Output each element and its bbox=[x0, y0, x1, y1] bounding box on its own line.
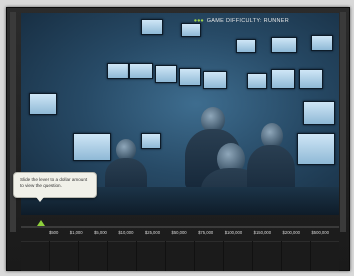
amount-label[interactable]: $5,000 bbox=[94, 230, 107, 235]
amount-label[interactable]: $500,000 bbox=[311, 230, 328, 235]
game-frame: ●●● GAME DIFFICULTY: RUNNER Slide the lev… bbox=[6, 7, 350, 271]
amount-label[interactable]: $200,000 bbox=[283, 230, 300, 235]
grid-cell bbox=[79, 241, 107, 271]
grid-cell bbox=[311, 241, 339, 271]
grid-cell bbox=[224, 241, 252, 271]
amount-label[interactable]: $500 bbox=[49, 230, 58, 235]
right-rail bbox=[340, 12, 346, 232]
instruction-tooltip: Slide the lever to a dollar amount to vi… bbox=[13, 172, 97, 202]
left-rail bbox=[10, 12, 16, 232]
grid-cell bbox=[108, 241, 136, 271]
dollar-slider-track[interactable] bbox=[21, 226, 339, 228]
game-difficulty: ●●● GAME DIFFICULTY: RUNNER bbox=[194, 18, 289, 24]
grid-cell bbox=[50, 241, 78, 271]
amount-label[interactable]: $25,000 bbox=[145, 230, 160, 235]
grid-cell bbox=[21, 241, 49, 271]
grid-cell bbox=[253, 241, 281, 271]
grid-cell bbox=[137, 241, 165, 271]
amount-label[interactable]: $50,000 bbox=[172, 230, 187, 235]
grid-cell bbox=[282, 241, 310, 271]
amount-label[interactable]: $100,000 bbox=[225, 230, 242, 235]
grid-cell bbox=[166, 241, 194, 271]
dollar-amounts: $500 $1,000 $5,000 $10,000 $25,000 $50,0… bbox=[49, 230, 329, 235]
difficulty-dots: ●●● bbox=[193, 18, 204, 24]
grid-cell bbox=[195, 241, 223, 271]
dollar-slider-handle[interactable] bbox=[37, 220, 45, 226]
amount-label[interactable]: $1,000 bbox=[70, 230, 83, 235]
amount-label[interactable]: $10,000 bbox=[118, 230, 133, 235]
amount-label[interactable]: $75,000 bbox=[198, 230, 213, 235]
difficulty-label: GAME DIFFICULTY: RUNNER bbox=[206, 18, 289, 24]
amount-label[interactable]: $150,000 bbox=[254, 230, 271, 235]
answer-grid bbox=[21, 241, 339, 271]
